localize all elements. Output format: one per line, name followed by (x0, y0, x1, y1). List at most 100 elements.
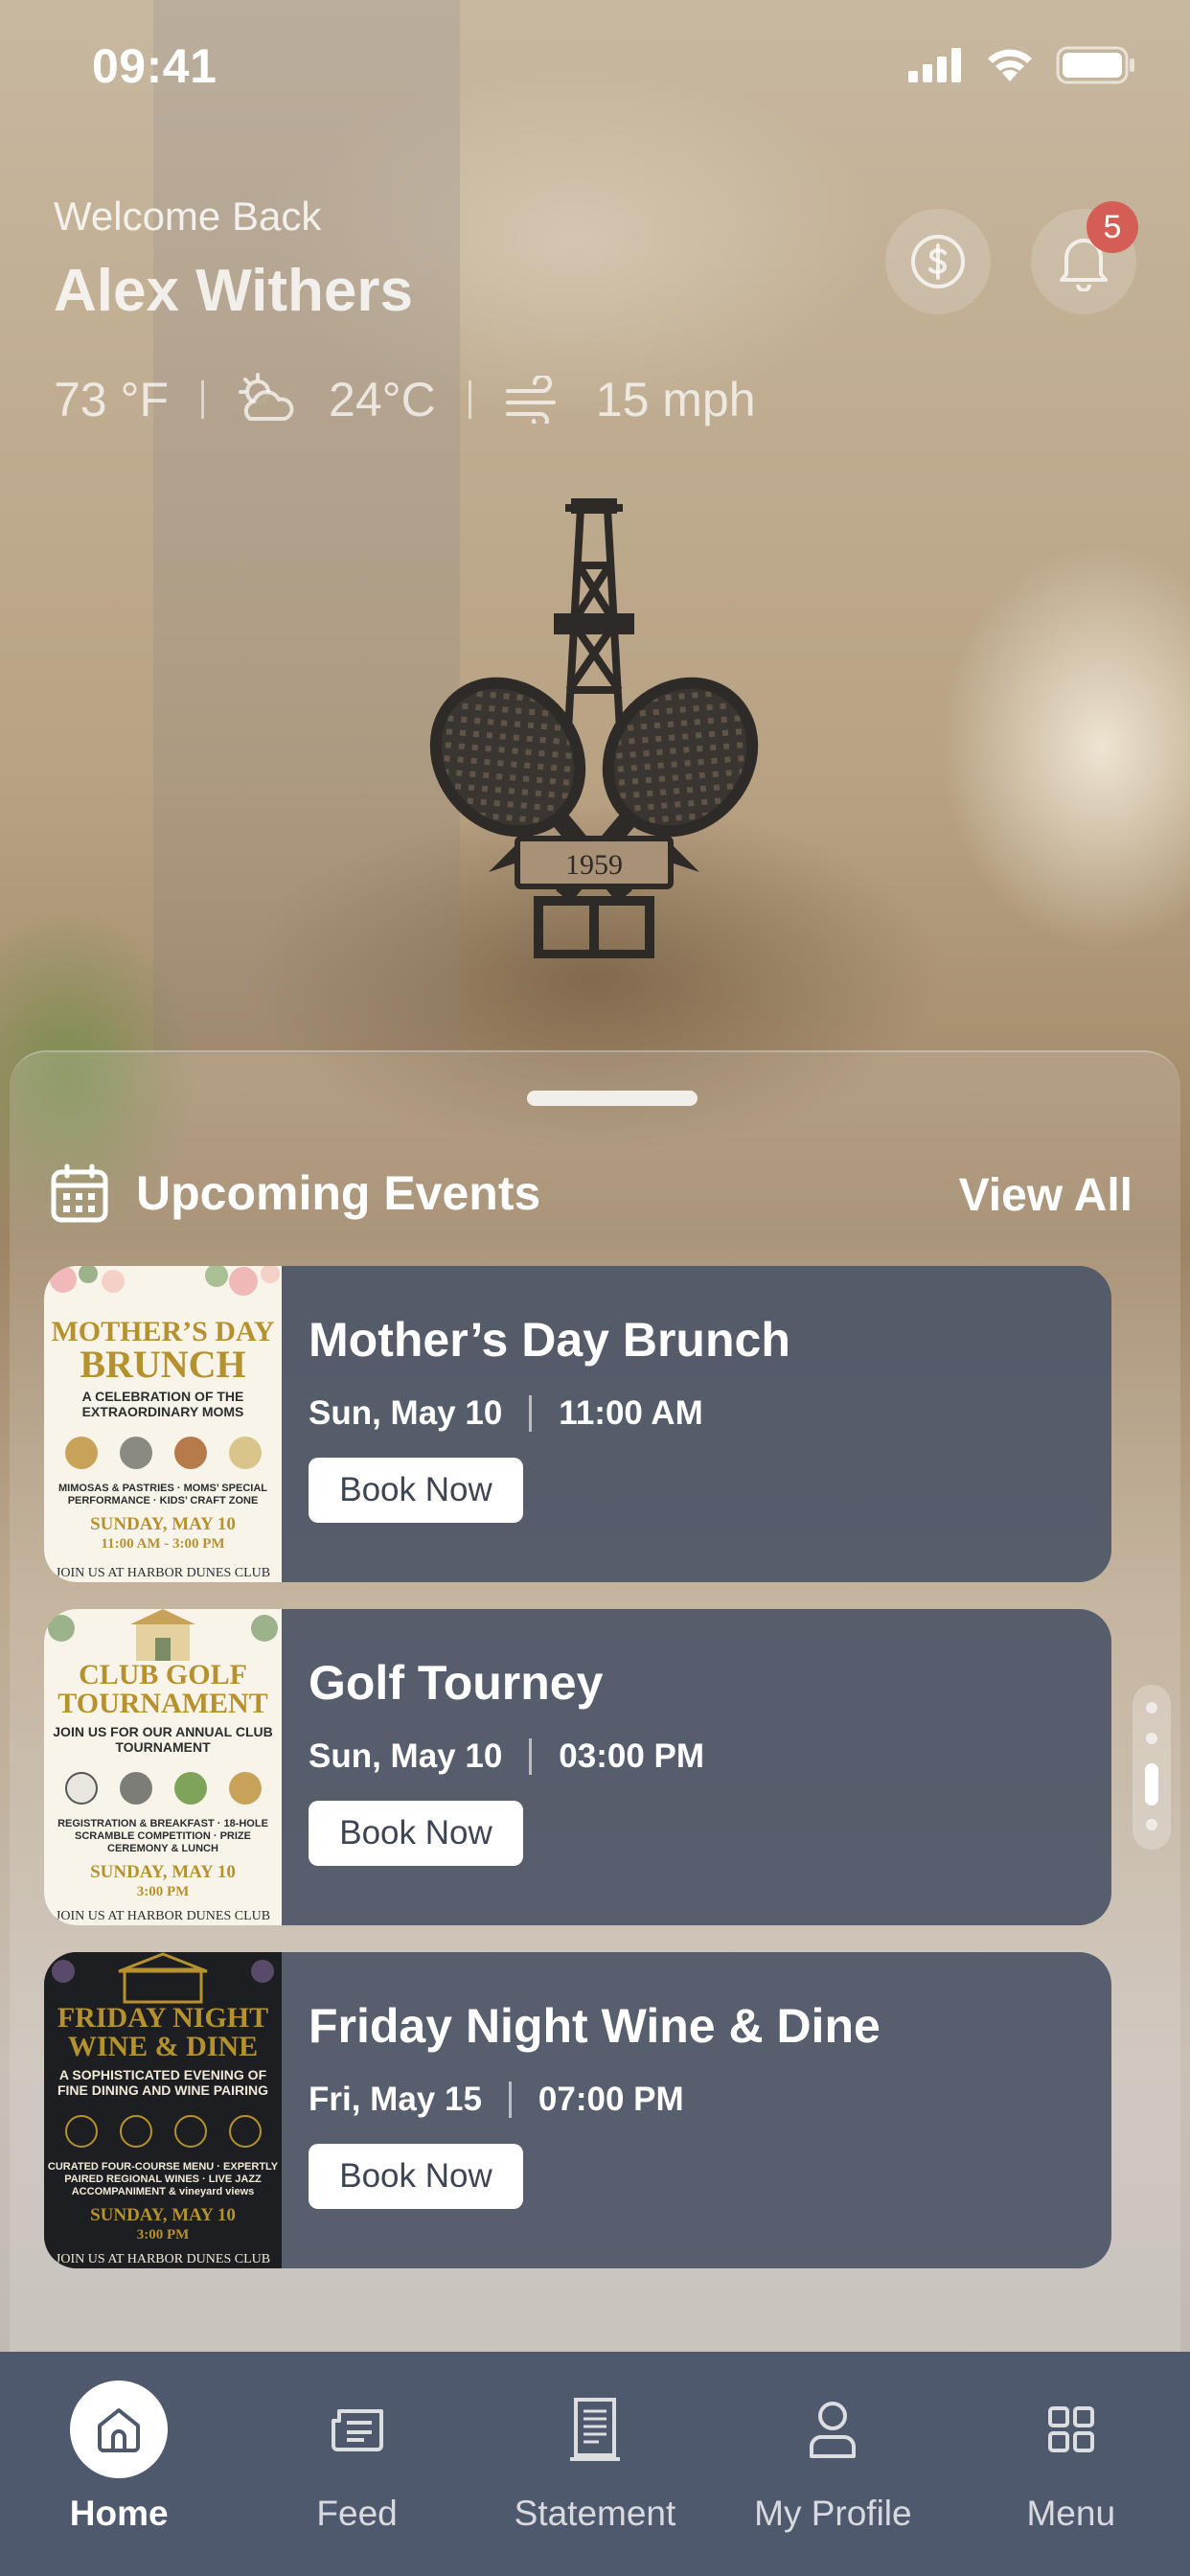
event-poster: MOTHER’S DAY BRUNCH A CELEBRATION OF THE… (44, 1266, 282, 1582)
divider (508, 2082, 512, 2118)
scroll-dot (1146, 1702, 1157, 1714)
event-info: Golf Tourney Sun, May 10 03:00 PM Book N… (282, 1609, 704, 1925)
event-date: Sun, May 10 (309, 1394, 503, 1432)
event-time: 03:00 PM (559, 1737, 705, 1775)
logo-year: 1959 (565, 849, 623, 881)
tab-bar: Home Feed Statement My Profile Menu (0, 2352, 1190, 2576)
event-time: 07:00 PM (538, 2081, 684, 2118)
event-time: 11:00 AM (559, 1394, 703, 1432)
seafood-icon (119, 1437, 152, 1469)
floral-decoration (50, 1266, 280, 1296)
grid-icon (1022, 2380, 1120, 2478)
scroll-dot (1146, 1819, 1157, 1830)
home-icon (70, 2380, 169, 2478)
section-header: Upcoming Events View All (50, 1160, 1133, 1227)
event-info: Mother’s Day Brunch Sun, May 10 11:00 AM… (282, 1266, 790, 1582)
wind-icon (504, 376, 563, 424)
poster-date: SUNDAY, MAY 10 (90, 2205, 236, 2225)
tab-statement[interactable]: Statement (476, 2352, 714, 2576)
event-info: Friday Night Wine & Dine Fri, May 15 07:… (282, 1952, 881, 2268)
pairing-icon (228, 2115, 262, 2148)
event-datetime: Fri, May 15 07:00 PM (309, 2081, 881, 2119)
champagne-icon (228, 1437, 262, 1469)
wine-bottle-icon (173, 2115, 207, 2148)
club-logo: 1959 (429, 498, 759, 958)
feed-icon (309, 2380, 406, 2478)
partly-cloudy-icon (237, 373, 296, 426)
event-poster: FRIDAY NIGHT WINE & DINE A SOPHISTICATED… (44, 1952, 282, 2268)
divider (468, 380, 471, 419)
statement-balance-button[interactable] (885, 209, 991, 314)
event-title: Mother’s Day Brunch (309, 1313, 790, 1367)
poster-subtitle: A SOPHISTICATED EVENING OF FINE DINING A… (57, 2067, 269, 2098)
event-card[interactable]: FRIDAY NIGHT WINE & DINE A SOPHISTICATED… (44, 1952, 1111, 2268)
tab-menu[interactable]: Menu (952, 2352, 1190, 2576)
wind-speed: 15 mph (595, 373, 756, 426)
clubhouse-illustration (48, 1609, 278, 1661)
poster-date: SUNDAY, MAY 10 (90, 1514, 236, 1534)
calendar-icon (51, 1163, 108, 1223)
golf-clubs-icon (119, 1772, 152, 1805)
tab-label: Feed (316, 2494, 398, 2533)
tab-label: My Profile (754, 2494, 912, 2533)
notifications-button[interactable]: 5 (1031, 201, 1138, 314)
poster-date: SUNDAY, MAY 10 (90, 1862, 236, 1882)
poster-icon-row (54, 1764, 272, 1812)
poster-footer: JOIN US AT HARBOR DUNES CLUB (55, 1566, 271, 1580)
weather-row: 73 °F 24°C 15 mph (54, 372, 756, 427)
scroll-dot (1146, 1733, 1157, 1744)
scroll-thumb[interactable] (1145, 1763, 1158, 1806)
wine-glasses-icon (64, 2115, 98, 2148)
wifi-icon (988, 49, 1032, 81)
poster-footer: JOIN US AT HARBOR DUNES CLUB (55, 1909, 271, 1923)
poster-title-line2: TOURNAMENT (57, 1688, 268, 1719)
golf-ball-icon (64, 1772, 98, 1805)
sheet-grabber[interactable] (527, 1091, 698, 1106)
tab-label: Statement (514, 2494, 676, 2533)
poster-details: MIMOSAS & PASTRIES · MOMS’ SPECIAL PERFO… (58, 1483, 267, 1506)
poster-icon-row (54, 1429, 272, 1477)
tab-my-profile[interactable]: My Profile (714, 2352, 951, 2576)
user-name: Alex Withers (54, 258, 413, 324)
notification-badge: 5 (1087, 201, 1138, 253)
poster-details: CURATED FOUR-COURSE MENU · EXPERTLY PAIR… (47, 2161, 279, 2197)
event-date: Fri, May 15 (309, 2081, 482, 2118)
event-date: Sun, May 10 (309, 1737, 503, 1775)
status-bar: 09:41 (0, 0, 1190, 134)
event-title: Golf Tourney (309, 1656, 604, 1710)
pastries-icon (64, 1437, 98, 1469)
event-datetime: Sun, May 10 11:00 AM (309, 1394, 790, 1433)
poster-footer: JOIN US AT HARBOR DUNES CLUB (55, 2252, 271, 2266)
poster-time: 11:00 AM - 3:00 PM (101, 1536, 225, 1552)
section-title: Upcoming Events (136, 1166, 541, 1220)
putting-green-icon (173, 1772, 207, 1805)
poster-icon-row (54, 2107, 272, 2155)
event-card[interactable]: CLUB GOLF TOURNAMENT JOIN US FOR OUR ANN… (44, 1609, 1111, 1925)
poster-time: 3:00 PM (136, 1884, 190, 1899)
cellular-signal-icon (908, 48, 961, 82)
status-icons (908, 46, 1136, 84)
poster-title-line2: WINE & DINE (67, 2031, 259, 2062)
poster-subtitle: JOIN US FOR OUR ANNUAL CLUB TOURNAMENT (53, 1724, 273, 1755)
event-card[interactable]: MOTHER’S DAY BRUNCH A CELEBRATION OF THE… (44, 1266, 1111, 1582)
tab-home[interactable]: Home (0, 2352, 238, 2576)
tab-label: Home (69, 2494, 169, 2533)
poster-title-line2: BRUNCH (80, 1343, 246, 1386)
welcome-label: Welcome Back (54, 194, 322, 239)
dollar-circle-icon (911, 235, 965, 288)
carving-station-icon (173, 1437, 207, 1469)
profile-icon (784, 2380, 881, 2478)
divider (529, 1738, 533, 1775)
tab-feed[interactable]: Feed (238, 2352, 475, 2576)
view-all-link[interactable]: View All (959, 1169, 1133, 1222)
poster-details: REGISTRATION & BREAKFAST · 18-HOLE SCRAM… (57, 1818, 268, 1854)
temperature-celsius: 24°C (329, 373, 436, 426)
book-now-button[interactable]: Book Now (309, 2144, 523, 2209)
trophy-icon (228, 1772, 262, 1805)
book-now-button[interactable]: Book Now (309, 1458, 523, 1523)
event-title: Friday Night Wine & Dine (309, 1999, 881, 2053)
temperature-fahrenheit: 73 °F (54, 373, 170, 426)
plate-icon (119, 2115, 152, 2148)
scroll-indicator[interactable] (1133, 1685, 1171, 1850)
book-now-button[interactable]: Book Now (309, 1801, 523, 1866)
